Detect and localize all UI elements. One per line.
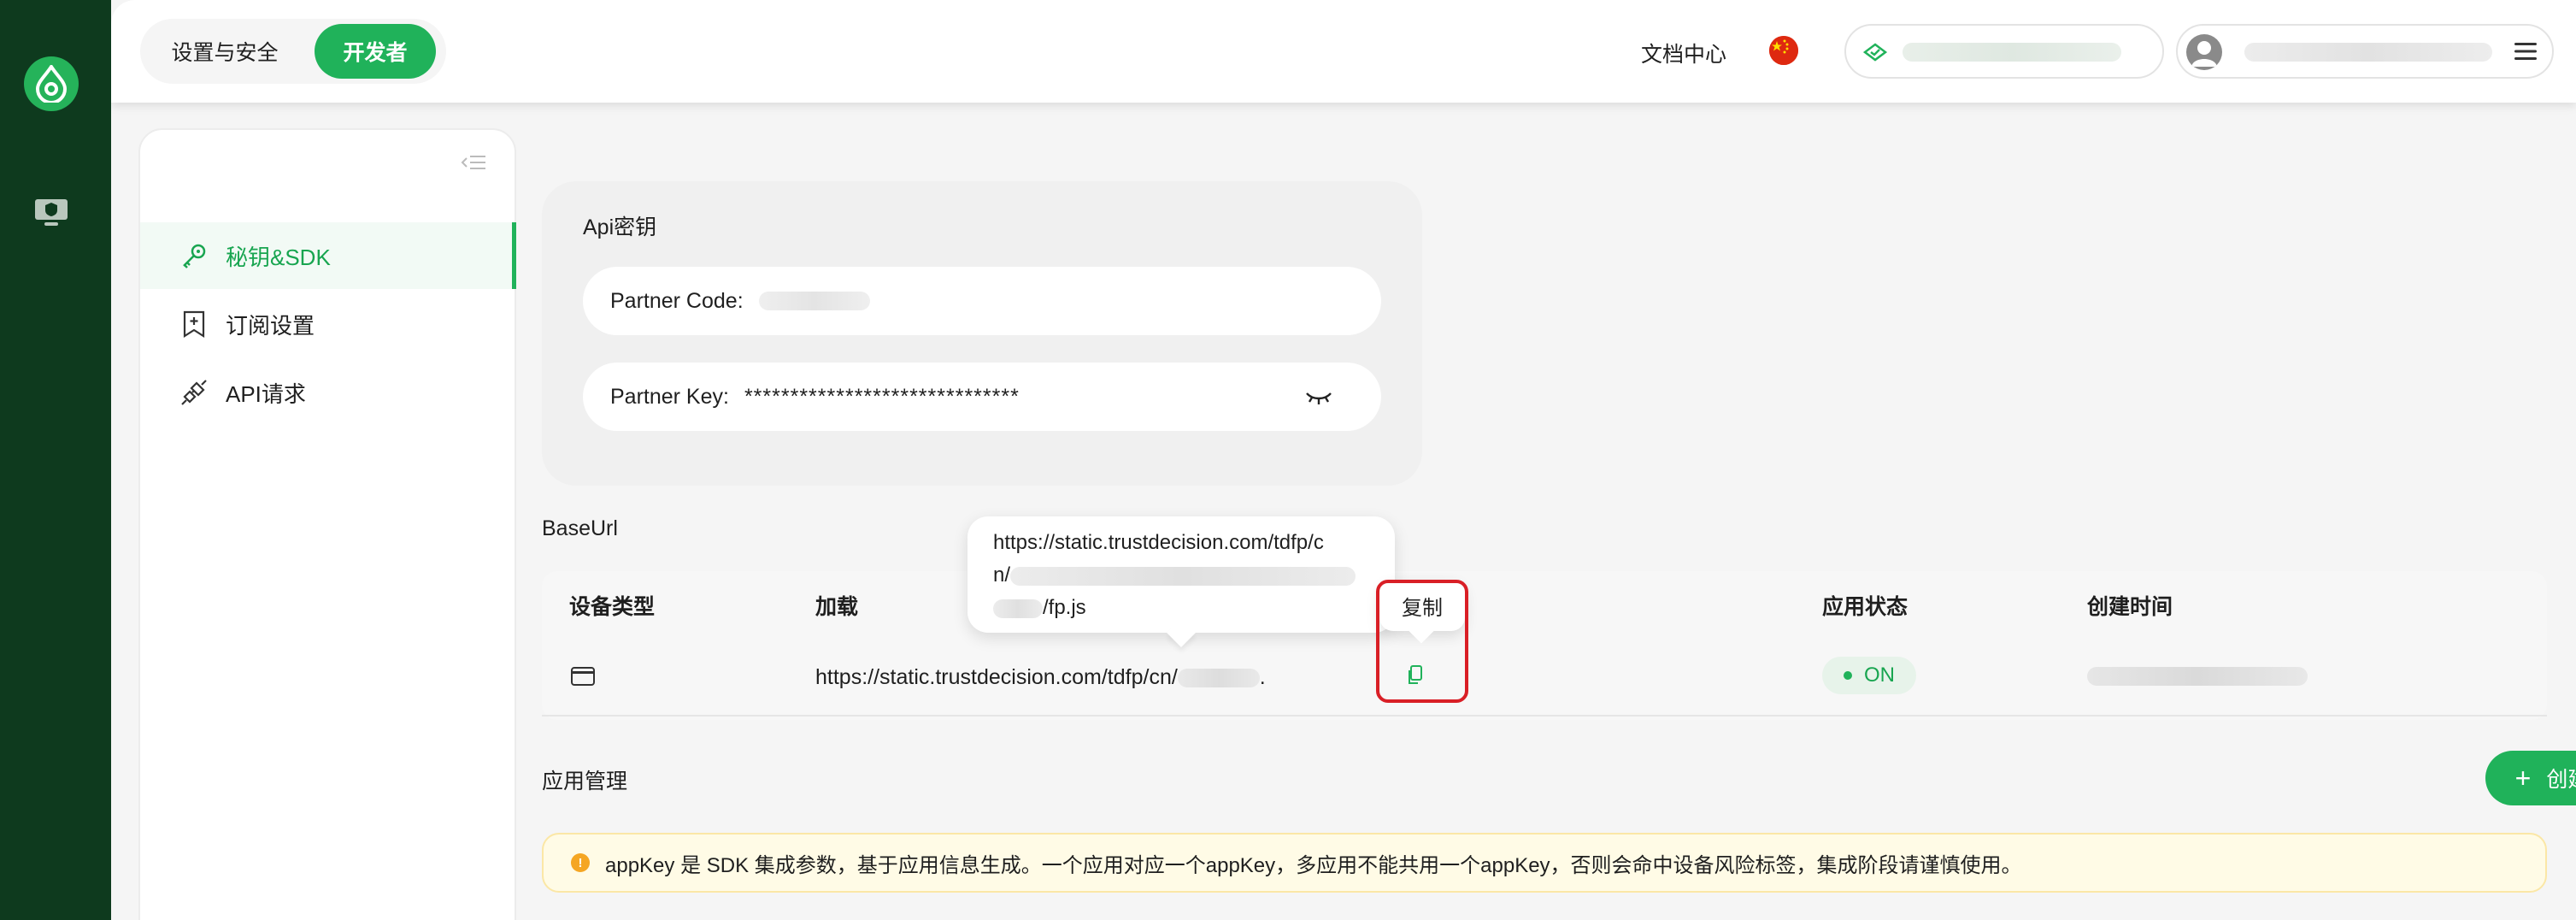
cn-flag-icon[interactable] [1769,36,1798,65]
api-keys-title: Api密钥 [583,215,657,239]
tooltip-url-redacted-2 [993,599,1043,618]
load-url: https://static.trustdecision.com/tdfp/cn… [815,665,1266,690]
load-url-text: https://static.trustdecision.com/tdfp/cn… [815,665,1178,689]
app-logo-icon[interactable] [24,56,79,111]
plus-icon: + [2514,763,2532,793]
col-header-load: 加载 [815,595,859,619]
key-icon [179,241,209,270]
avatar[interactable] [2186,34,2222,70]
account-selector[interactable] [1844,24,2164,79]
partner-key-label: Partner Key: [610,384,729,409]
hamburger-menu-icon[interactable] [2514,43,2537,60]
created-time-redacted [2087,667,2308,686]
partner-code-field: Partner Code: [583,267,1381,335]
load-url-redacted [1177,669,1260,688]
user-menu[interactable] [2176,24,2554,79]
row-divider [542,715,2547,717]
tooltip-url-line1: https://static.trustdecision.com/tdfp/c [993,531,1324,554]
tab-settings-security[interactable]: 设置与安全 [145,24,304,79]
notice-text: appKey 是 SDK 集成参数，基于应用信息生成。一个应用对应一个appKe… [605,853,2022,877]
account-name-redacted [1903,43,2121,62]
sidebar-item-label: 订阅设置 [226,312,315,339]
tooltip-url-line3-text: /fp.js [1043,596,1086,619]
tooltip-url-line2: n/ [993,559,1369,592]
col-header-created-time: 创建时间 [2087,595,2173,619]
create-app-button[interactable]: + 创建应用 [2485,751,2576,805]
docs-center-link[interactable]: 文档中心 [1641,38,1726,68]
info-icon: ! [571,853,590,872]
col-header-app-status: 应用状态 [1822,595,1908,619]
tooltip-url-line3: /fp.js [993,592,1369,624]
load-url-end: . [1259,665,1266,689]
eye-closed-icon[interactable] [1304,386,1333,407]
create-app-label: 创建应用 [2546,768,2576,792]
status-badge: ON [1822,657,1916,694]
tab-developer[interactable]: 开发者 [315,24,436,79]
url-tooltip: https://static.trustdecision.com/tdfp/c … [967,516,1395,633]
left-rail [0,0,111,920]
sidebar-item-api-requests[interactable]: API请求 [140,359,515,426]
collapse-sidebar-icon[interactable] [460,152,487,173]
diamond-badge-icon [1863,43,1887,62]
partner-key-field: Partner Key: ***************************… [583,363,1381,431]
col-header-device-type: 设备类型 [569,595,656,619]
sidebar-item-subscription[interactable]: 订阅设置 [140,291,515,357]
partner-code-redacted [758,292,870,310]
appkey-notice: ! appKey 是 SDK 集成参数，基于应用信息生成。一个应用对应一个app… [542,833,2547,893]
tooltip-url-redacted [1010,566,1356,586]
user-name-redacted [2244,43,2492,62]
browser-window-icon [571,667,595,686]
tooltip-url-line2-text: n/ [993,563,1011,587]
highlight-box [1376,580,1468,703]
api-keys-card: Api密钥 Partner Code: Partner Key: *******… [542,181,1422,486]
app-management-title: 应用管理 [542,770,628,793]
sidebar-item-label: API请求 [226,380,306,407]
status-dot-icon [1844,671,1852,680]
baseurl-title: BaseUrl [542,516,618,540]
main-area: 设置与安全 开发者 文档中心 秘钥&SDK 订阅设置 API请求 Api密钥 P… [111,0,2576,920]
sidebar-item-label: 秘钥&SDK [226,244,331,270]
section-tabs: 设置与安全 开发者 [140,19,446,84]
top-bar: 设置与安全 开发者 文档中心 [111,0,2576,103]
monitor-shield-icon[interactable] [34,198,68,227]
bookmark-icon [179,310,209,339]
partner-key-value: ****************************** [744,384,1020,409]
sidebar: 秘钥&SDK 订阅设置 API请求 [138,128,516,920]
baseurl-table: 设备类型 加载 应用状态 创建时间 https://static.trustde… [542,571,2547,720]
sidebar-item-keys-sdk[interactable]: 秘钥&SDK [140,222,516,289]
status-text: ON [1864,663,1895,687]
partner-code-label: Partner Code: [610,288,744,313]
plug-icon [179,378,209,407]
